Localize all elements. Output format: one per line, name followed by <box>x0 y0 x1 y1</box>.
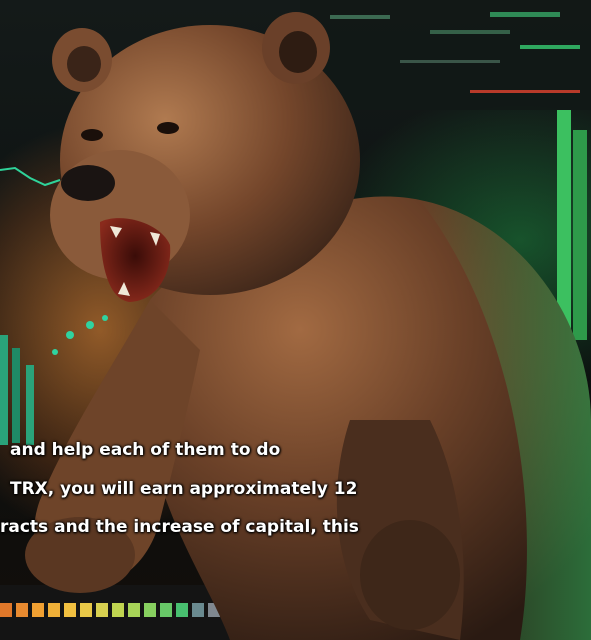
caption-line-1: and help each of them to do <box>10 440 281 460</box>
image-canvas: and help each of them to do TRX, you wil… <box>0 0 591 640</box>
caption-line-2: TRX, you will earn approximately 12 <box>10 479 358 499</box>
caption-line-3: racts and the increase of capital, this <box>0 517 359 537</box>
scene-illustration <box>0 0 591 640</box>
